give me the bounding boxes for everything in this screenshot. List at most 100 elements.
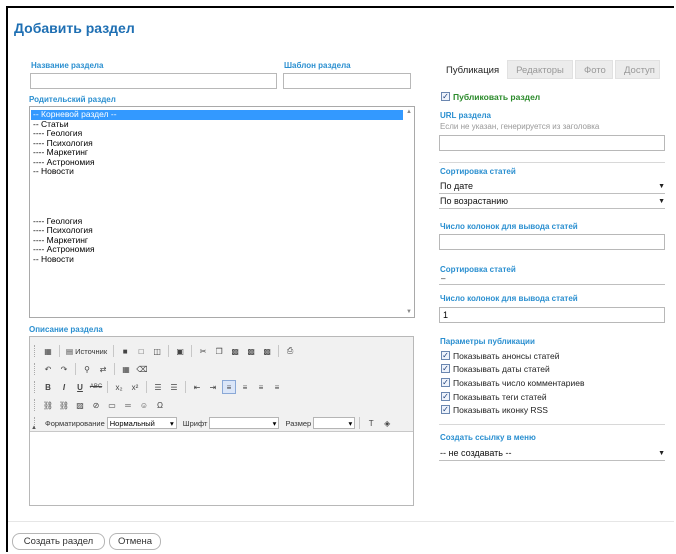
outdent-icon[interactable]: ⇤ — [190, 380, 204, 394]
publish-checkbox[interactable] — [441, 92, 450, 101]
undo-icon[interactable]: ↶ — [41, 362, 55, 376]
tab-editors[interactable]: Редакторы — [507, 60, 573, 79]
list-item[interactable]: ---- Астрономия — [31, 244, 403, 255]
sort-label: Сортировка статей — [440, 167, 516, 176]
cancel-button[interactable]: Отмена — [109, 533, 161, 550]
source-label: Источник — [75, 346, 108, 356]
create-section-button[interactable]: Создать раздел — [12, 533, 105, 550]
save-icon[interactable]: ■ — [118, 344, 132, 358]
url-label: URL раздела — [440, 111, 491, 120]
chevron-down-icon: ▾ — [169, 418, 174, 428]
sort-order-select[interactable]: По возрастанию ▼ — [440, 195, 665, 207]
param-checkbox[interactable] — [441, 405, 450, 414]
param-label: Показывать даты статей — [453, 364, 550, 374]
link-icon[interactable]: ⛓ — [41, 398, 55, 412]
columns-input[interactable] — [439, 234, 665, 250]
param-checkbox[interactable] — [441, 364, 450, 373]
collapse-toolbar-icon[interactable]: ▲ — [31, 425, 37, 431]
columns-input-2[interactable]: 1 — [439, 307, 665, 323]
description-editor[interactable]: ▦ ▤Источник ■ □ ◫ ▣ ✂ ❐ ▩ ▩ ▩ ⎙ ↶ ↷ ⚲ ⇄ — [29, 336, 414, 506]
bold-icon[interactable]: B — [41, 380, 55, 394]
sort-by-select[interactable]: По дате ▼ — [440, 180, 665, 192]
listbox-scrollbar[interactable]: ▲ ▼ — [403, 107, 414, 317]
menu-link-select[interactable]: -- не создавать -- ▼ — [440, 447, 665, 459]
scroll-down-icon[interactable]: ▼ — [406, 309, 412, 315]
editor-toolbar: ▦ ▤Источник ■ □ ◫ ▣ ✂ ❐ ▩ ▩ ▩ ⎙ ↶ ↷ ⚲ ⇄ — [30, 337, 413, 432]
preview-icon[interactable]: ◫ — [150, 344, 164, 358]
size-label: Размер — [285, 418, 312, 428]
image-icon[interactable]: ▨ — [73, 398, 87, 412]
list-item[interactable]: ---- Астрономия — [31, 157, 403, 168]
source-button[interactable]: ▤ Источник — [64, 344, 109, 358]
tab-publication[interactable]: Публикация — [437, 60, 505, 79]
bulleted-list-icon[interactable]: ☰ — [167, 380, 181, 394]
list-item[interactable]: -- Новости — [31, 166, 403, 177]
list-item[interactable]: -- Корневой раздел -- — [31, 109, 403, 120]
text-color-icon[interactable]: T — [364, 416, 378, 430]
list-item[interactable]: -- Статьи — [31, 119, 403, 130]
horizontal-rule-icon[interactable]: ═ — [121, 398, 135, 412]
copy-icon[interactable]: ❐ — [212, 344, 226, 358]
sort-by-value: По дате — [440, 181, 474, 191]
format-label: Форматирование — [45, 418, 105, 428]
paste-word-icon[interactable]: ▩ — [260, 344, 274, 358]
font-label: Шрифт — [182, 418, 208, 428]
url-input[interactable] — [439, 135, 665, 151]
template-input[interactable] — [283, 73, 411, 89]
scroll-up-icon[interactable]: ▲ — [406, 109, 412, 115]
chevron-down-icon: ▼ — [658, 449, 665, 457]
param-checkbox[interactable] — [441, 392, 450, 401]
font-select[interactable]: ▾ — [209, 417, 280, 429]
italic-icon[interactable]: I — [57, 380, 71, 394]
section-name-label: Название раздела — [31, 61, 104, 70]
print-icon[interactable]: ⎙ — [283, 344, 297, 358]
param-checkbox[interactable] — [441, 378, 450, 387]
maximize-icon[interactable]: ▦ — [41, 344, 55, 358]
param-label: Показывать число комментариев — [453, 378, 585, 388]
sort-order-value: По возрастанию — [440, 196, 508, 206]
editor-content-area[interactable] — [30, 433, 413, 505]
cut-icon[interactable]: ✂ — [196, 344, 210, 358]
publication-params-label: Параметры публикации — [440, 337, 535, 346]
strike-icon[interactable]: ABC — [89, 380, 103, 394]
list-item[interactable]: -- Новости — [31, 254, 403, 265]
tab-photo[interactable]: Фото — [575, 60, 613, 79]
param-checkbox[interactable] — [441, 351, 450, 360]
find-icon[interactable]: ⚲ — [80, 362, 94, 376]
unlink-icon[interactable]: ⛓ — [57, 398, 71, 412]
templates-icon[interactable]: ▣ — [173, 344, 187, 358]
new-page-icon[interactable]: □ — [134, 344, 148, 358]
smiley-icon[interactable]: ☺ — [137, 398, 151, 412]
format-select[interactable]: Нормальный ▾ — [106, 417, 177, 429]
bg-color-icon[interactable]: ◈ — [380, 416, 394, 430]
sort-value-2[interactable]: – — [441, 274, 445, 283]
remove-format-icon[interactable]: ⌫ — [135, 362, 149, 376]
menu-link-label: Создать ссылку в меню — [440, 433, 536, 442]
align-left-icon[interactable]: ≡ — [222, 380, 236, 394]
redo-icon[interactable]: ↷ — [57, 362, 71, 376]
paste-text-icon[interactable]: ▩ — [244, 344, 258, 358]
parent-section-listbox[interactable]: -- Корневой раздел -- -- Статьи ---- Гео… — [29, 106, 415, 318]
publish-checkbox-label: Публиковать раздел — [453, 92, 541, 102]
size-select[interactable]: ▾ — [313, 417, 356, 429]
menu-link-value: -- не создавать -- — [440, 448, 512, 458]
paste-icon[interactable]: ▩ — [228, 344, 242, 358]
param-label: Показывать теги статей — [453, 392, 547, 402]
special-char-icon[interactable]: Ω — [153, 398, 167, 412]
tab-access[interactable]: Доступ — [615, 60, 660, 79]
replace-icon[interactable]: ⇄ — [96, 362, 110, 376]
align-center-icon[interactable]: ≡ — [238, 380, 252, 394]
align-justify-icon[interactable]: ≡ — [270, 380, 284, 394]
section-name-input[interactable] — [30, 73, 277, 89]
indent-icon[interactable]: ⇥ — [206, 380, 220, 394]
flash-icon[interactable]: ⊘ — [89, 398, 103, 412]
subscript-icon[interactable]: x₂ — [112, 380, 126, 394]
select-all-icon[interactable]: ▦ — [119, 362, 133, 376]
chevron-down-icon: ▾ — [272, 418, 277, 428]
align-right-icon[interactable]: ≡ — [254, 380, 268, 394]
underline-icon[interactable]: U — [73, 380, 87, 394]
columns-label: Число колонок для вывода статей — [440, 222, 578, 231]
table-icon[interactable]: ▭ — [105, 398, 119, 412]
numbered-list-icon[interactable]: ☰ — [151, 380, 165, 394]
superscript-icon[interactable]: x² — [128, 380, 142, 394]
